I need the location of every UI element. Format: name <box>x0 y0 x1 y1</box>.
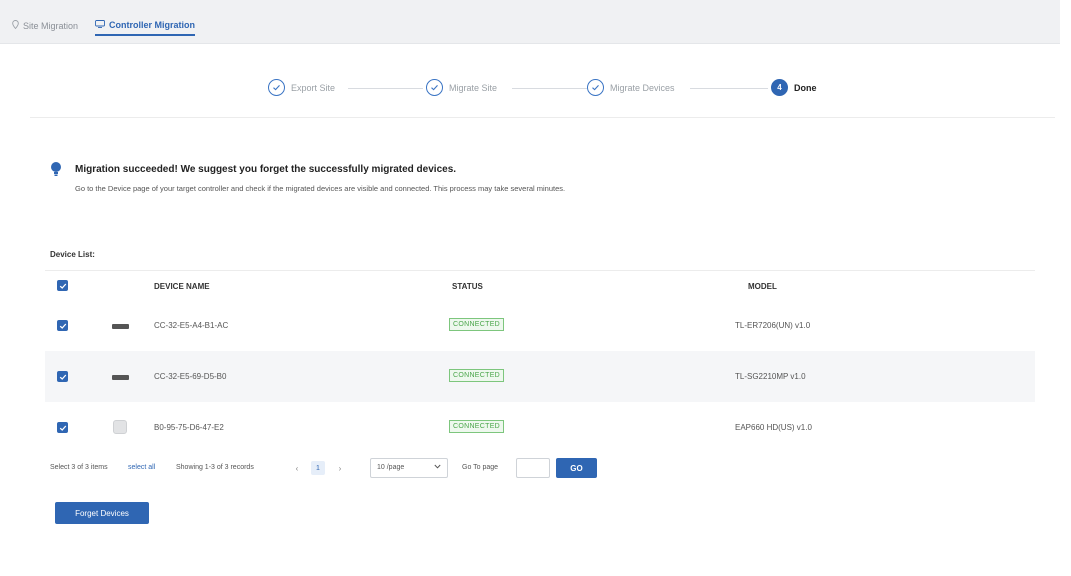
page-size-select[interactable]: 10 /page <box>370 458 448 478</box>
migration-stepper: Export Site Migrate Site Migrate Devices… <box>0 78 1071 100</box>
chevron-down-icon <box>434 464 441 471</box>
go-button[interactable]: GO <box>556 458 597 478</box>
row-checkbox[interactable] <box>57 371 68 382</box>
selection-count: Select 3 of 3 items <box>50 464 108 471</box>
goto-page-input[interactable] <box>516 458 550 478</box>
success-message-title: Migration succeeded! We suggest you forg… <box>75 164 457 175</box>
device-name[interactable]: CC-32-E5-69-D5-B0 <box>154 372 226 381</box>
goto-page-label: Go To page <box>462 464 499 471</box>
checkmark-icon <box>59 323 66 329</box>
page-size-value: 10 /page <box>377 464 405 471</box>
step-label: Migrate Site <box>449 82 498 93</box>
device-name[interactable]: CC-32-E5-A4-B1-AC <box>154 321 228 330</box>
device-model: TL-ER7206(UN) v1.0 <box>735 321 811 330</box>
prev-page-button[interactable]: ‹ <box>290 461 304 475</box>
check-circle-icon <box>426 79 443 96</box>
status-badge: CONNECTED <box>449 369 505 382</box>
row-checkbox[interactable] <box>57 320 68 331</box>
step-connector <box>348 88 423 89</box>
checkmark-icon <box>59 374 66 380</box>
select-all-link[interactable]: select all <box>128 464 155 471</box>
page-number-current[interactable]: 1 <box>311 461 325 475</box>
step-label: Migrate Devices <box>610 82 675 93</box>
device-model: EAP660 HD(US) v1.0 <box>735 423 812 432</box>
success-message-body: Go to the Device page of your target con… <box>75 184 566 193</box>
step-number-badge: 4 <box>771 79 788 96</box>
step-done: 4 Done <box>771 79 817 96</box>
controller-icon <box>95 20 105 30</box>
chevron-left-icon: ‹ <box>295 463 299 473</box>
pagination-bar: Select 3 of 3 items select all Showing 1… <box>50 458 650 484</box>
section-divider <box>30 117 1055 118</box>
step-connector <box>512 88 587 89</box>
select-all-checkbox[interactable] <box>57 280 68 291</box>
device-model: TL-SG2210MP v1.0 <box>735 372 806 381</box>
tab-site-migration-label: Site Migration <box>23 20 79 31</box>
router-icon <box>112 324 129 329</box>
column-header-model[interactable]: MODEL <box>748 282 777 291</box>
step-label: Done <box>794 82 817 93</box>
row-checkbox[interactable] <box>57 422 68 433</box>
step-export-site: Export Site <box>268 79 335 96</box>
table-header: DEVICE NAME STATUS MODEL <box>45 270 1035 300</box>
records-summary: Showing 1-3 of 3 records <box>176 464 254 471</box>
device-name[interactable]: B0-95-75-D6-47-E2 <box>154 423 224 432</box>
top-tab-bar: Site Migration Controller Migration <box>0 0 1060 44</box>
checkmark-icon <box>59 425 66 431</box>
check-circle-icon <box>268 79 285 96</box>
step-migrate-site: Migrate Site <box>426 79 497 96</box>
step-connector <box>690 88 768 89</box>
chevron-right-icon: › <box>338 463 342 473</box>
forget-devices-button[interactable]: Forget Devices <box>55 502 149 524</box>
column-header-status[interactable]: STATUS <box>452 282 483 291</box>
status-badge: CONNECTED <box>449 318 505 331</box>
tab-site-migration[interactable]: Site Migration <box>12 20 78 31</box>
lightbulb-icon <box>50 161 62 182</box>
device-list-label: Device List: <box>50 250 95 259</box>
switch-icon <box>112 375 129 380</box>
checkmark-icon <box>59 283 66 289</box>
status-badge: CONNECTED <box>449 420 505 433</box>
location-pin-icon <box>12 20 19 31</box>
check-circle-icon <box>587 79 604 96</box>
tab-controller-migration[interactable]: Controller Migration <box>95 20 195 36</box>
access-point-icon <box>113 420 127 434</box>
table-row[interactable]: CC-32-E5-A4-B1-AC CONNECTED TL-ER7206(UN… <box>45 300 1035 351</box>
table-row[interactable]: B0-95-75-D6-47-E2 CONNECTED EAP660 HD(US… <box>45 402 1035 453</box>
step-migrate-devices: Migrate Devices <box>587 79 675 96</box>
step-label: Export Site <box>291 82 336 93</box>
table-row[interactable]: CC-32-E5-69-D5-B0 CONNECTED TL-SG2210MP … <box>45 351 1035 402</box>
device-table: DEVICE NAME STATUS MODEL CC-32-E5-A4-B1-… <box>45 270 1035 453</box>
column-header-device-name[interactable]: DEVICE NAME <box>154 282 210 291</box>
tab-controller-migration-label: Controller Migration <box>109 20 195 30</box>
next-page-button[interactable]: › <box>333 461 347 475</box>
